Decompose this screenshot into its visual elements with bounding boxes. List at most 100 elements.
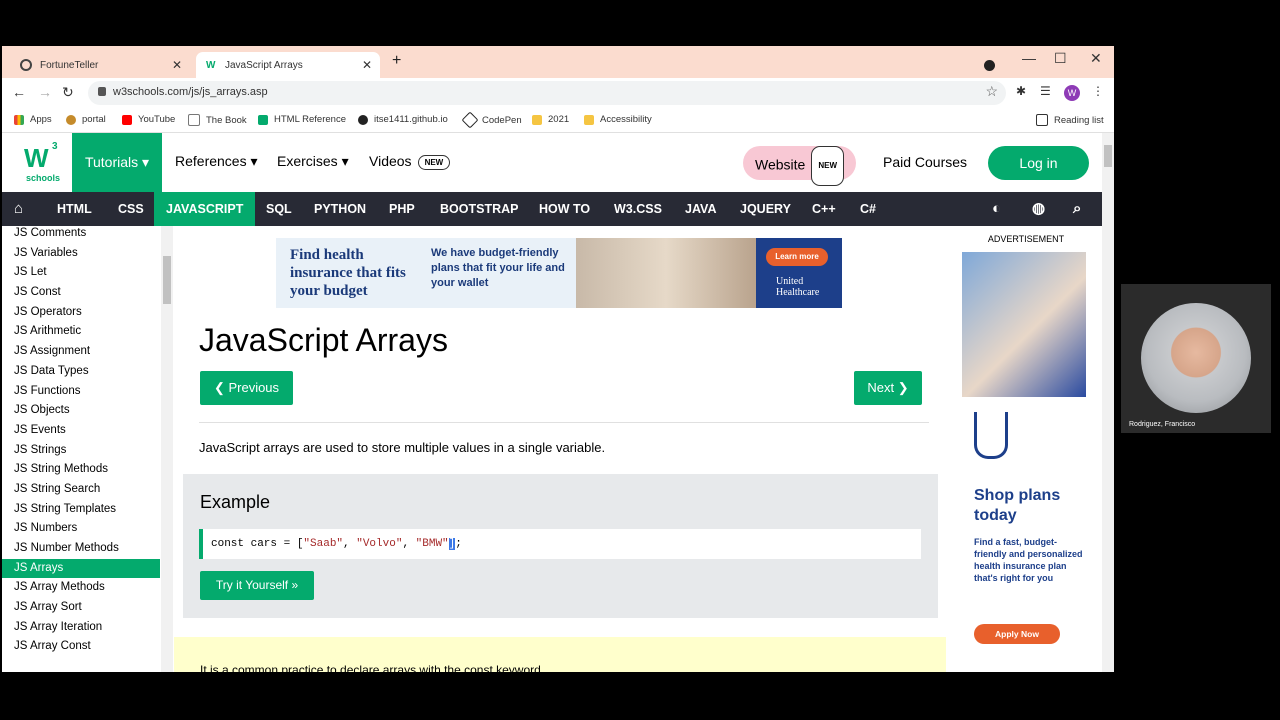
close-tab-icon[interactable]: ✕	[362, 58, 372, 72]
reading-list[interactable]: Reading list	[1036, 114, 1104, 126]
sidebar-item[interactable]: JS Let	[2, 263, 160, 283]
reload-icon[interactable]: ↻	[62, 84, 74, 101]
nav-html[interactable]: HTML	[57, 192, 92, 226]
bookmark-apps[interactable]: Apps	[14, 114, 52, 125]
sidebar-item[interactable]: JS Strings	[2, 441, 160, 461]
extensions-icon[interactable]: ✱	[1016, 84, 1026, 98]
sidebar-item[interactable]: JS Comments	[2, 226, 160, 244]
top-advertisement[interactable]: Find health insurance that fits your bud…	[276, 238, 842, 308]
home-icon[interactable]: ⌂	[14, 192, 23, 226]
note-box: It is a common practice to declare array…	[174, 637, 946, 672]
search-icon[interactable]: ⌕	[1073, 192, 1081, 226]
nav-csharp[interactable]: C#	[860, 192, 876, 226]
tab-search-icon[interactable]	[984, 60, 995, 71]
sidebar-item[interactable]: JS Numbers	[2, 519, 160, 539]
sidebar-item[interactable]: JS String Templates	[2, 500, 160, 520]
nav-sql[interactable]: SQL	[266, 192, 292, 226]
bookmark-the-book[interactable]: The Book	[188, 114, 247, 126]
address-bar[interactable]: w3schools.com/js/js_arrays.asp ☆	[88, 81, 1006, 105]
paid-courses-link[interactable]: Paid Courses	[883, 154, 967, 170]
nav-javascript[interactable]: JAVASCRIPT	[154, 192, 256, 226]
media-control-icon[interactable]: ☰	[1040, 84, 1051, 98]
tab-strip: FortuneTeller ✕ W JavaScript Arrays ✕ + …	[2, 46, 1114, 78]
exercises-menu[interactable]: Exercises ▾	[277, 153, 349, 170]
right-advertisement: ADVERTISEMENT Shop plans today Find a fa…	[950, 226, 1102, 672]
login-button[interactable]: Log in	[988, 146, 1089, 180]
nav-how-to[interactable]: HOW TO	[539, 192, 590, 226]
nav-python[interactable]: PYTHON	[314, 192, 366, 226]
sidebar-item[interactable]: JS Data Types	[2, 362, 160, 382]
sidebar-item[interactable]: JS Objects	[2, 401, 160, 421]
nav-w3css[interactable]: W3.CSS	[614, 192, 662, 226]
back-icon[interactable]: ←	[12, 84, 26, 100]
browser-toolbar: ← → ↻ w3schools.com/js/js_arrays.asp ☆ ✱…	[2, 78, 1114, 108]
videos-menu[interactable]: Videos NEW	[369, 153, 451, 170]
sidebar-item[interactable]: JS Array Iteration	[2, 618, 160, 638]
close-window-icon[interactable]: ✕	[1090, 50, 1102, 67]
ad-card[interactable]: Shop plans today Find a fast, budget-fri…	[962, 252, 1086, 670]
references-menu[interactable]: References ▾	[175, 153, 258, 170]
main-content: Find health insurance that fits your bud…	[174, 226, 946, 672]
sidebar-item[interactable]: JS Variables	[2, 244, 160, 264]
site-top-nav: W 3 schools Tutorials ▾ References ▾ Exe…	[2, 133, 1102, 192]
bookmark-2021[interactable]: 2021	[532, 114, 569, 125]
nav-cpp[interactable]: C++	[812, 192, 836, 226]
bookmark-accessibility[interactable]: Accessibility	[584, 114, 652, 125]
sidebar-item[interactable]: JS Operators	[2, 303, 160, 323]
ad-learn-more-button[interactable]: Learn more	[766, 248, 828, 266]
sidebar-item[interactable]: JS Number Methods	[2, 539, 160, 559]
sidebar-item-active[interactable]: JS Arrays	[2, 558, 160, 579]
reading-list-icon	[1036, 114, 1048, 126]
minimize-icon[interactable]: —	[1022, 50, 1036, 66]
previous-button[interactable]: ❮ Previous	[200, 371, 293, 405]
sidebar-item[interactable]: JS Functions	[2, 382, 160, 402]
bookmark-star-icon[interactable]: ☆	[985, 83, 998, 100]
nav-css[interactable]: CSS	[118, 192, 144, 226]
profile-avatar[interactable]: W	[1064, 85, 1080, 101]
apply-now-button[interactable]: Apply Now	[974, 624, 1060, 644]
page-scrollbar[interactable]	[1102, 133, 1114, 672]
tab-javascript-arrays[interactable]: W JavaScript Arrays ✕	[196, 52, 380, 78]
website-button[interactable]: Website NEW	[743, 146, 856, 186]
example-heading: Example	[200, 492, 271, 512]
forward-icon[interactable]: →	[38, 84, 52, 100]
sidebar-item[interactable]: JS Array Sort	[2, 598, 160, 618]
new-tab-button[interactable]: +	[392, 52, 401, 70]
sidebar-item[interactable]: JS Assignment	[2, 342, 160, 362]
tab-fortuneteller[interactable]: FortuneTeller ✕	[10, 52, 190, 78]
sidebar-item[interactable]: JS String Methods	[2, 460, 160, 480]
code-block[interactable]: const cars = ["Saab", "Volvo", "BMW"];	[199, 529, 921, 559]
sidebar-scrollbar[interactable]	[161, 226, 173, 672]
sidebar-item[interactable]: JS Array Methods	[2, 578, 160, 598]
bookmark-portal[interactable]: portal	[66, 114, 106, 125]
sidebar-item[interactable]: JS Const	[2, 283, 160, 303]
youtube-icon	[122, 114, 132, 125]
sidebar-item[interactable]: JS Arithmetic	[2, 322, 160, 342]
sidebar-item[interactable]: JS String Search	[2, 480, 160, 500]
scrollbar-thumb[interactable]	[1104, 145, 1112, 167]
bookmark-github[interactable]: itse1411.github.io	[358, 114, 448, 125]
dark-mode-icon[interactable]: ◐	[992, 192, 1001, 226]
w3schools-logo[interactable]: W 3 schools	[24, 141, 64, 183]
bookmark-youtube[interactable]: YouTube	[122, 114, 175, 125]
tutorials-menu[interactable]: Tutorials ▾	[72, 133, 162, 192]
menu-icon[interactable]: ⋮	[1092, 84, 1104, 98]
close-tab-icon[interactable]: ✕	[172, 58, 182, 72]
nav-jquery[interactable]: JQUERY	[740, 192, 791, 226]
url-text[interactable]: w3schools.com/js/js_arrays.asp	[113, 86, 268, 98]
next-button[interactable]: Next ❯	[854, 371, 922, 405]
sidebar-item[interactable]: JS Events	[2, 421, 160, 441]
ad-text: We have budget-friendly plans that fit y…	[431, 247, 565, 289]
bookmark-codepen[interactable]: CodePen	[461, 111, 522, 129]
nav-bootstrap[interactable]: BOOTSTRAP	[440, 192, 518, 226]
new-badge: NEW	[811, 146, 844, 186]
nav-java[interactable]: JAVA	[685, 192, 717, 226]
bookmark-html-reference[interactable]: HTML Reference	[258, 114, 346, 125]
tutorial-sidebar: JS Comments JS Variables JS Let JS Const…	[2, 226, 160, 672]
maximize-icon[interactable]: ☐	[1054, 50, 1067, 67]
sidebar-item[interactable]: JS Array Const	[2, 637, 160, 657]
globe-icon[interactable]: ◍	[1032, 192, 1045, 226]
nav-php[interactable]: PHP	[389, 192, 415, 226]
try-it-yourself-button[interactable]: Try it Yourself »	[200, 571, 314, 600]
scrollbar-thumb[interactable]	[163, 256, 171, 304]
